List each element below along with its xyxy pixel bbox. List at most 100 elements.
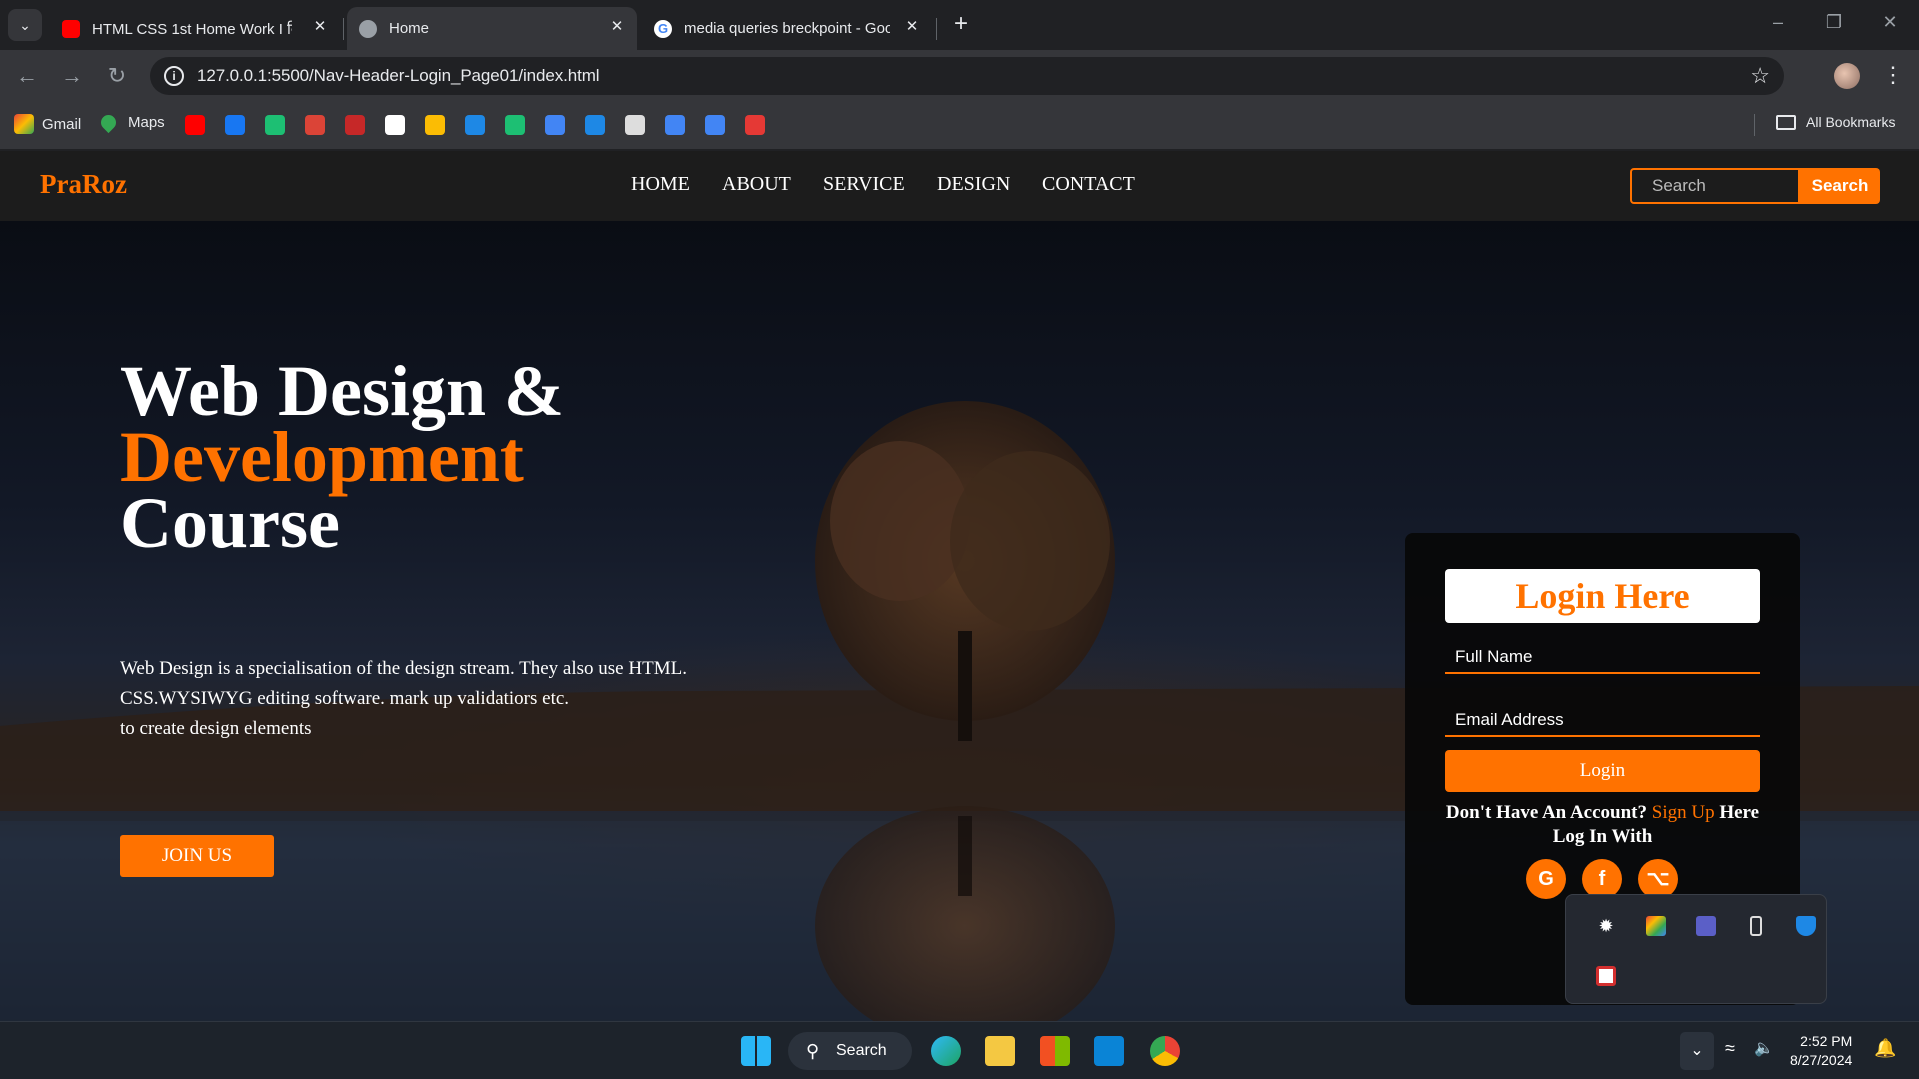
site-search-button[interactable]: Search (1800, 168, 1880, 204)
taskbar-time: 2:52 PM (1800, 1033, 1853, 1049)
speed-icon[interactable] (345, 115, 365, 135)
file-explorer-icon[interactable] (985, 1036, 1015, 1066)
keep-icon[interactable] (425, 115, 445, 135)
back-icon[interactable]: ← (12, 61, 42, 91)
tray-chevron-icon[interactable]: ⌄ (1680, 1032, 1714, 1070)
bookmarks-bar: Gmail Maps All Bookmarks (0, 100, 1919, 150)
windows-taskbar: ⚲ Search ⌄ ≈ 🔈 2:52 PM 8/27/2024 🔔 (0, 1021, 1919, 1079)
tab-title: media queries breckpoint - Goo (684, 20, 890, 37)
teams-icon[interactable] (1696, 916, 1716, 936)
youtube-icon (62, 19, 80, 38)
login-title: Login Here (1445, 569, 1760, 623)
chrome-icon[interactable] (1150, 1036, 1180, 1066)
tab-youtube[interactable]: HTML CSS 1st Home Work I कि ✕ (50, 7, 340, 50)
email-input[interactable]: Email Address (1445, 703, 1760, 737)
tray-overflow-popup: ✹ (1565, 894, 1827, 1004)
gmail-icon (14, 114, 34, 134)
tab-title: HTML CSS 1st Home Work I कि (92, 20, 292, 38)
signup-suffix: Here (1719, 802, 1760, 823)
search-icon: ⚲ (806, 1041, 820, 1061)
notes-icon[interactable] (625, 115, 645, 135)
photos-icon[interactable] (1646, 916, 1666, 936)
globe-icon[interactable] (545, 115, 565, 135)
site-navbar: PraRoz HOME ABOUT SERVICE DESIGN CONTACT… (0, 151, 1919, 221)
new-tab-button[interactable]: + (946, 9, 976, 39)
messenger-icon[interactable] (465, 115, 485, 135)
hero-paragraph-line3: to create design elements (120, 718, 312, 739)
close-tab-icon[interactable]: ✕ (902, 17, 922, 37)
fiverr-icon[interactable] (265, 115, 285, 135)
vscode-icon[interactable] (1094, 1036, 1124, 1066)
signup-prompt: Don't Have An Account? Sign Up Here Log … (1405, 801, 1800, 849)
facebook-icon[interactable]: f (1582, 859, 1622, 899)
close-tab-icon[interactable]: ✕ (607, 17, 627, 37)
taskbar-search-label: Search (836, 1042, 887, 1059)
signup-link[interactable]: Sign Up (1652, 802, 1715, 823)
nav-design[interactable]: DESIGN (937, 173, 1010, 196)
profile-avatar[interactable] (1834, 63, 1860, 89)
minimize-icon[interactable]: – (1758, 12, 1798, 33)
defender-icon[interactable] (1796, 916, 1816, 936)
tab-search-button[interactable]: ⌄ (8, 9, 42, 41)
docs-icon[interactable] (665, 115, 685, 135)
close-tab-icon[interactable]: ✕ (310, 17, 330, 37)
google-icon: G (654, 19, 672, 38)
google-icon[interactable]: G (1526, 859, 1566, 899)
tab-title: Home (389, 20, 430, 37)
bookmark-label: Maps (128, 114, 165, 131)
globe-icon (359, 19, 377, 38)
tab-media-queries[interactable]: G media queries breckpoint - Goo ✕ (642, 7, 932, 50)
browser-toolbar: ← → ↻ i 127.0.0.1:5500/Nav-Header-Login_… (0, 50, 1919, 100)
folder-icon (1776, 114, 1796, 130)
fiverr-icon[interactable] (505, 115, 525, 135)
forward-icon[interactable]: → (57, 61, 87, 91)
chatgpt-icon[interactable] (385, 115, 405, 135)
pdf-icon[interactable] (745, 115, 765, 135)
nav-contact[interactable]: CONTACT (1042, 173, 1135, 196)
reload-icon[interactable]: ↻ (102, 61, 132, 91)
taskbar-clock[interactable]: 2:52 PM 8/27/2024 (1790, 1032, 1852, 1070)
at-icon[interactable] (585, 115, 605, 135)
tab-home[interactable]: Home ✕ (347, 7, 637, 50)
start-icon[interactable] (741, 1036, 771, 1066)
docs-icon[interactable] (705, 115, 725, 135)
notifications-icon[interactable]: 🔔 (1874, 1038, 1896, 1059)
nav-service[interactable]: SERVICE (823, 173, 905, 196)
store-icon[interactable] (1040, 1036, 1070, 1066)
wifi-icon[interactable]: ≈ (1725, 1038, 1735, 1059)
nav-home[interactable]: HOME (631, 173, 690, 196)
taskbar-search[interactable]: ⚲ Search (788, 1032, 912, 1070)
youtube-icon[interactable] (185, 115, 205, 135)
tab-separator (343, 18, 344, 40)
address-bar[interactable]: i 127.0.0.1:5500/Nav-Header-Login_Page01… (150, 57, 1784, 95)
bookmark-maps[interactable]: Maps (97, 111, 165, 134)
menu-kebab-icon[interactable]: ⋮ (1882, 60, 1904, 90)
bookmark-gmail[interactable]: Gmail (14, 114, 81, 134)
site-info-icon[interactable]: i (164, 66, 184, 86)
pdf-icon[interactable] (1596, 966, 1616, 986)
chrome-icon[interactable] (305, 115, 325, 135)
bookmark-label: Gmail (42, 115, 82, 133)
usb-icon[interactable] (1750, 916, 1762, 936)
copilot-icon[interactable]: ✹ (1596, 916, 1616, 936)
signup-prefix: Don't Have An Account? (1445, 802, 1648, 823)
browser-tab-strip: ⌄ HTML CSS 1st Home Work I कि ✕ Home ✕ G… (0, 0, 1919, 50)
login-button[interactable]: Login (1445, 750, 1760, 792)
join-us-button[interactable]: JOIN US (120, 835, 274, 877)
nav-about[interactable]: ABOUT (722, 173, 791, 196)
site-logo[interactable]: PraRoz (40, 169, 127, 200)
close-window-icon[interactable]: ✕ (1870, 12, 1910, 33)
edge-icon[interactable] (931, 1036, 961, 1066)
maps-icon (97, 111, 120, 134)
bookmark-star-icon[interactable]: ☆ (1750, 63, 1770, 89)
github-icon[interactable]: ⌥ (1638, 859, 1678, 899)
hero-paragraph-line2: CSS.WYSIWYG editing software. mark up va… (120, 688, 570, 709)
restore-icon[interactable]: ❐ (1814, 12, 1854, 33)
all-bookmarks[interactable]: All Bookmarks (1776, 114, 1895, 130)
site-search-input[interactable]: Search (1630, 168, 1800, 204)
volume-icon[interactable]: 🔈 (1754, 1038, 1774, 1058)
facebook-icon[interactable] (225, 115, 245, 135)
full-name-input[interactable]: Full Name (1445, 640, 1760, 674)
url-text[interactable]: 127.0.0.1:5500/Nav-Header-Login_Page01/i… (197, 66, 600, 86)
web-page: PraRoz HOME ABOUT SERVICE DESIGN CONTACT… (0, 151, 1919, 1021)
